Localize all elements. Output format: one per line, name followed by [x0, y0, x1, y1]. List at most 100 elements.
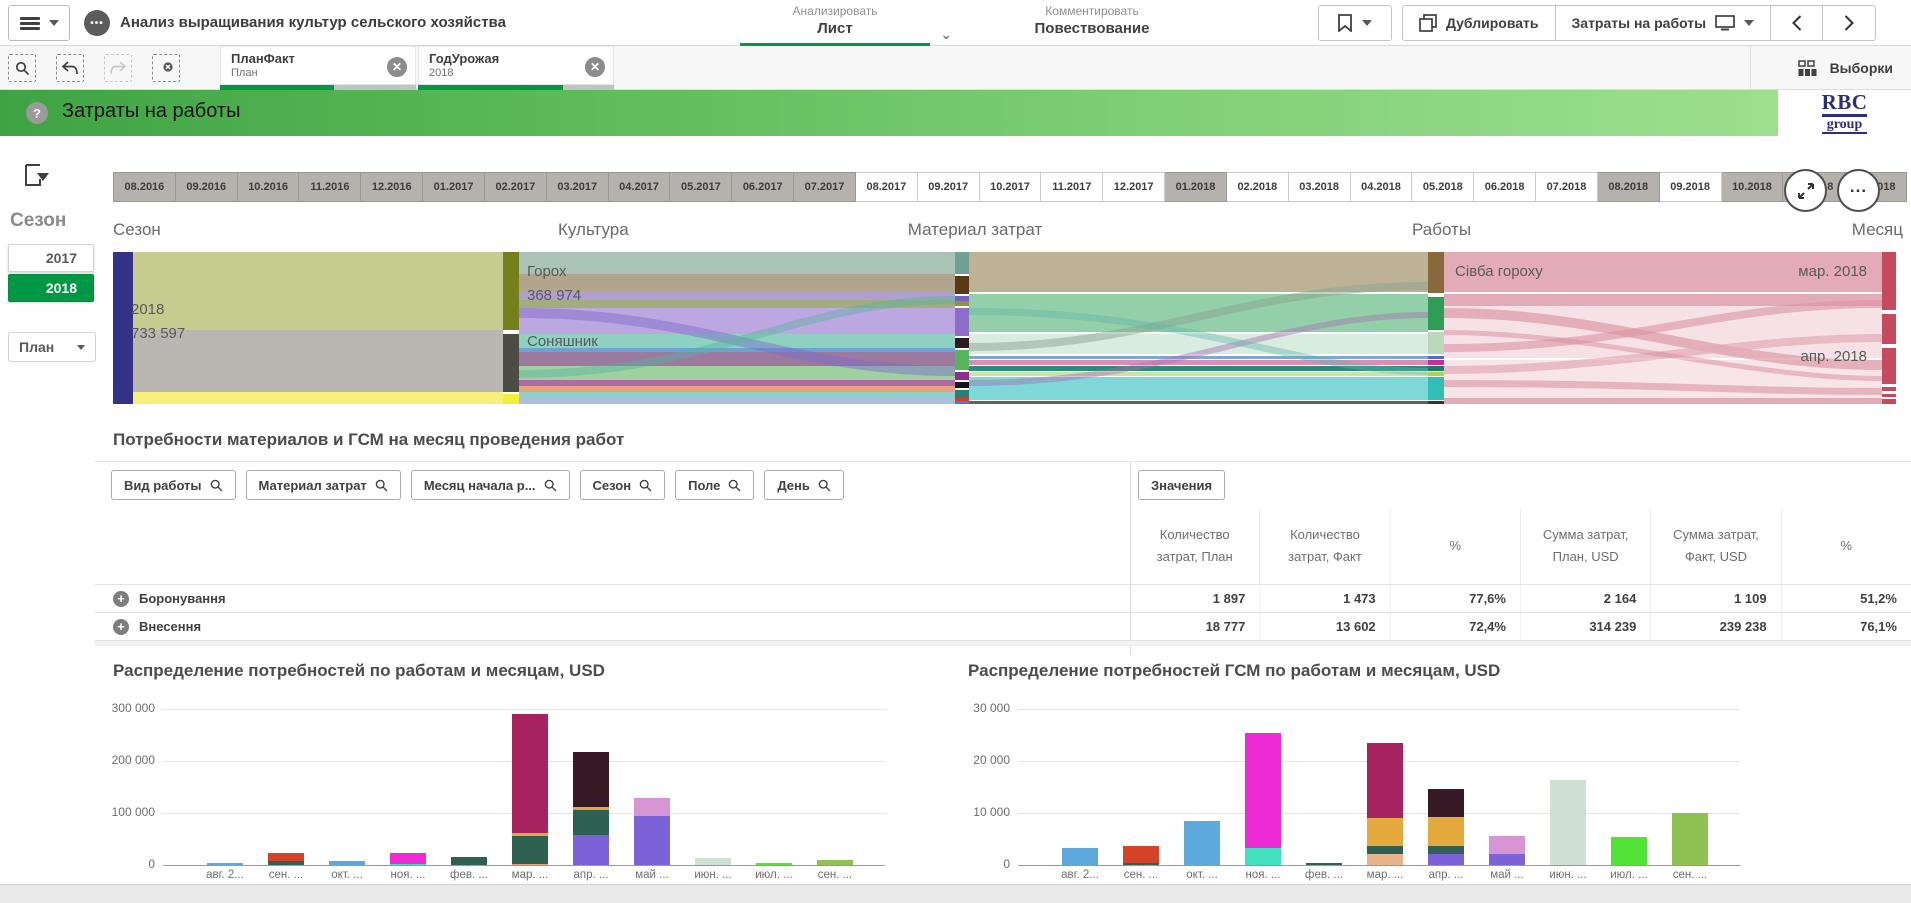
timeline-month-07.2017[interactable]: 07.2017	[794, 172, 856, 202]
sankey-flow[interactable]	[133, 330, 503, 392]
plan-fact-dropdown[interactable]: План	[8, 332, 96, 362]
timeline-month-03.2017[interactable]: 03.2017	[547, 172, 609, 202]
timeline-month-11.2016[interactable]: 11.2016	[299, 172, 361, 202]
timeline-month-08.2017[interactable]: 08.2017	[856, 172, 918, 202]
bar-segment[interactable]	[512, 833, 548, 836]
bar-segment[interactable]	[1367, 743, 1403, 818]
timeline-month-11.2017[interactable]: 11.2017	[1041, 172, 1103, 202]
dimension-chip-День[interactable]: День	[764, 470, 844, 500]
timeline-month-08.2018[interactable]: 08.2018	[1598, 172, 1660, 202]
bar-segment[interactable]	[1489, 836, 1525, 854]
sankey-flow[interactable]	[133, 252, 503, 330]
bar-segment[interactable]	[1123, 846, 1159, 863]
expand-row-icon[interactable]: +	[113, 619, 129, 635]
sankey-flow[interactable]	[133, 392, 503, 404]
bar-segment[interactable]	[512, 836, 548, 864]
bar-segment[interactable]	[1245, 848, 1281, 865]
fullscreen-button[interactable]	[1784, 169, 1827, 212]
bar-segment[interactable]	[512, 864, 548, 865]
dimension-chip-Материал затрат[interactable]: Материал затрат	[246, 470, 401, 500]
timeline-month-12.2016[interactable]: 12.2016	[361, 172, 423, 202]
tab-analyze-sheet[interactable]: Анализировать Лист ⌄	[740, 4, 930, 37]
bar-segment[interactable]	[1367, 818, 1403, 846]
bar-segment[interactable]	[1428, 817, 1464, 847]
selection-chip-box[interactable]: ГодУрожая2018✕	[418, 46, 614, 85]
smart-search-button[interactable]	[8, 54, 36, 82]
timeline-month-04.2018[interactable]: 04.2018	[1351, 172, 1413, 202]
bottom-scroll-strip[interactable]	[0, 884, 1911, 903]
timeline-month-04.2017[interactable]: 04.2017	[609, 172, 671, 202]
help-icon[interactable]: ?	[26, 102, 48, 124]
bar-segment[interactable]	[1184, 821, 1220, 865]
timeline-month-05.2017[interactable]: 05.2017	[670, 172, 732, 202]
timeline-month-09.2016[interactable]: 09.2016	[176, 172, 238, 202]
bar-segment[interactable]	[1428, 854, 1464, 865]
bar-segment[interactable]	[207, 863, 243, 865]
sankey-nodes-month[interactable]	[1882, 252, 1896, 404]
bar-segment[interactable]	[634, 798, 670, 815]
expand-row-icon[interactable]: +	[113, 591, 129, 607]
sankey-node-culture-other[interactable]	[503, 394, 519, 404]
dimension-chip-Сезон[interactable]: Сезон	[580, 470, 666, 500]
selections-tool-button[interactable]: Выборки	[1788, 46, 1903, 90]
row-label-cell[interactable]: +Боронування	[95, 585, 1130, 612]
sheet-selector[interactable]: Затраты на работы	[1556, 6, 1772, 40]
bar-segment[interactable]	[329, 861, 365, 865]
timeline-month-02.2017[interactable]: 02.2017	[485, 172, 547, 202]
tab-comment-story[interactable]: Комментировать Повествование	[1003, 4, 1181, 37]
timeline-month-08.2016[interactable]: 08.2016	[113, 172, 176, 202]
bar-segment[interactable]	[1428, 789, 1464, 817]
bar-segment[interactable]	[390, 864, 426, 865]
bar-segment[interactable]	[573, 752, 609, 808]
bar-segment[interactable]	[268, 853, 304, 861]
bar-segment[interactable]	[1550, 780, 1586, 865]
dimension-chip-Вид работы[interactable]: Вид работы	[111, 470, 236, 500]
timeline-month-07.2018[interactable]: 07.2018	[1536, 172, 1598, 202]
bar-segment[interactable]	[512, 714, 548, 833]
bar-segment[interactable]	[390, 853, 426, 864]
global-menu-button[interactable]	[8, 5, 70, 41]
timeline-month-09.2018[interactable]: 09.2018	[1660, 172, 1722, 202]
timeline-month-09.2017[interactable]: 09.2017	[918, 172, 980, 202]
timeline-month-01.2017[interactable]: 01.2017	[423, 172, 485, 202]
timeline-month-12.2017[interactable]: 12.2017	[1103, 172, 1165, 202]
timeline-month-06.2018[interactable]: 06.2018	[1474, 172, 1536, 202]
step-back-button[interactable]	[56, 54, 84, 82]
dimension-chip-Месяц начала р...[interactable]: Месяц начала р...	[411, 470, 570, 500]
previous-sheet-button[interactable]	[1771, 6, 1823, 40]
pivot-column-header[interactable]: Количество затрат, План	[1130, 508, 1260, 584]
season-2018-button[interactable]: 2018	[8, 274, 94, 302]
bar-segment[interactable]	[1306, 863, 1342, 865]
bar-segment[interactable]	[634, 816, 670, 865]
bar-segment[interactable]	[1367, 854, 1403, 865]
bar-segment[interactable]	[1611, 837, 1647, 865]
bar-segment[interactable]	[268, 861, 304, 865]
pivot-column-header[interactable]: %	[1782, 508, 1911, 584]
row-label-cell[interactable]: +Внесення	[95, 613, 1130, 640]
values-chip[interactable]: Значения	[1138, 470, 1225, 500]
season-2017-button[interactable]: 2017	[8, 244, 94, 272]
bar-segment[interactable]	[817, 860, 853, 865]
bar-segment[interactable]	[573, 835, 609, 865]
sankey-nodes-works[interactable]	[1428, 252, 1444, 404]
sankey-node-season-2018[interactable]	[113, 252, 133, 404]
pivot-column-header[interactable]: %	[1391, 508, 1521, 584]
pivot-column-header[interactable]: Количество затрат, Факт	[1260, 508, 1390, 584]
timeline-month-05.2018[interactable]: 05.2018	[1412, 172, 1474, 202]
more-options-button[interactable]: ...	[1837, 169, 1880, 212]
clear-selection-icon[interactable]: ✕	[387, 57, 407, 77]
next-sheet-button[interactable]	[1823, 6, 1875, 40]
duplicate-button[interactable]: Дублировать	[1403, 6, 1556, 40]
timeline-month-06.2017[interactable]: 06.2017	[732, 172, 794, 202]
sankey-node-culture-sonyashnik[interactable]	[503, 334, 519, 392]
bookmark-button[interactable]	[1318, 5, 1392, 41]
pivot-column-header[interactable]: Сумма затрат, Факт, USD	[1651, 508, 1781, 584]
bar-segment[interactable]	[1245, 733, 1281, 848]
sankey-nodes-material[interactable]	[955, 252, 969, 404]
bar-segment[interactable]	[1123, 863, 1159, 865]
selection-chip-ПланФакт[interactable]: ПланФактПлан✕	[220, 46, 416, 90]
dimension-chip-Поле[interactable]: Поле	[675, 470, 754, 500]
clear-selections-button[interactable]	[152, 54, 180, 82]
bar-segment[interactable]	[1672, 813, 1708, 865]
step-forward-button[interactable]	[104, 54, 132, 82]
